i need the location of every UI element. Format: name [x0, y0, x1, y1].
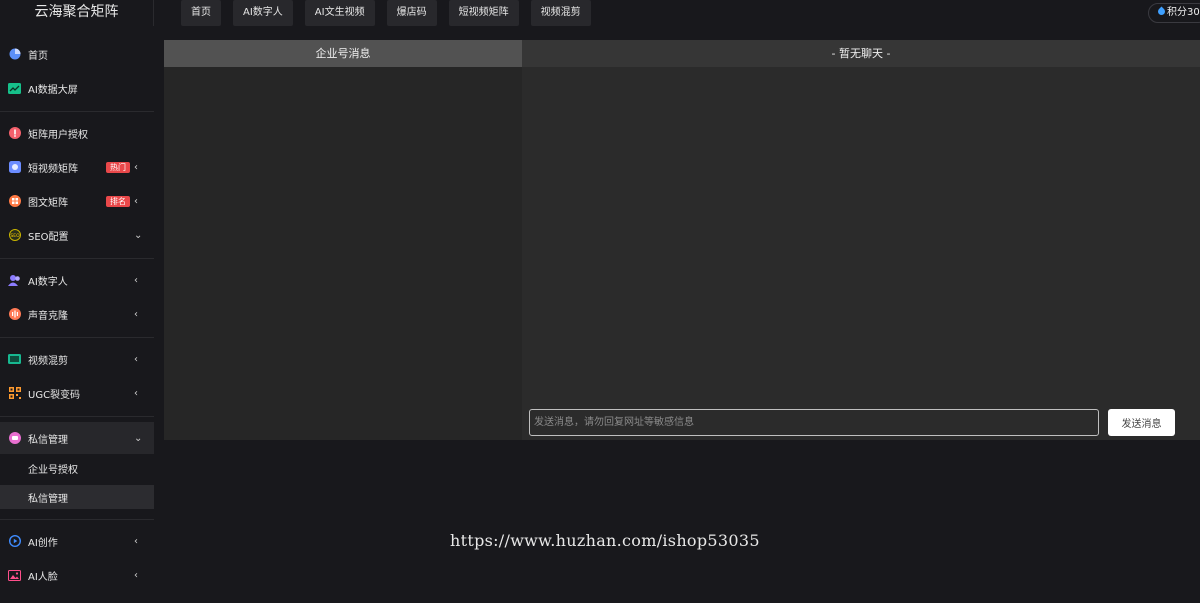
chevron-left-icon: ‹: [134, 161, 138, 173]
film-icon: [8, 353, 21, 366]
sidebar-sub-label: 私信管理: [28, 493, 68, 505]
app-title: 云海聚合矩阵: [0, 0, 154, 26]
user-auth-icon: [8, 127, 21, 140]
sidebar: 首页 AI数据大屏 矩阵用户授权 短视频矩阵 热门 ‹ 图文矩阵 排名 ‹ SE…: [0, 26, 154, 603]
topnav-video-mix[interactable]: 视频混剪: [530, 0, 591, 26]
top-bar: 云海聚合矩阵 首页 AI数字人 AI文生视频 爆店码 短视频矩阵 视频混剪 积分…: [0, 0, 1200, 26]
sidebar-item-label: UGC裂变码: [28, 389, 81, 401]
sidebar-item-label: 私信管理: [28, 434, 68, 446]
face-image-icon: [8, 569, 21, 582]
voice-icon: [8, 308, 21, 321]
video-camera-icon: [8, 161, 21, 174]
play-circle-icon: [8, 535, 21, 548]
chat-title: - 暂无聊天 -: [522, 40, 1200, 67]
sidebar-item-label: 声音克隆: [28, 310, 68, 322]
points-drop-icon: [1156, 6, 1167, 17]
sidebar-item-image-text-matrix[interactable]: 图文矩阵 排名 ‹: [0, 185, 154, 217]
topnav-home[interactable]: 首页: [181, 0, 221, 26]
points-badge[interactable]: 积分30: [1148, 3, 1200, 23]
chevron-down-icon: ⌄: [134, 432, 143, 444]
rank-badge: 排名: [106, 195, 130, 207]
sidebar-item-label: AI数字人: [28, 276, 68, 288]
sidebar-divider: [0, 111, 154, 112]
sidebar-item-label: AI创作: [28, 537, 58, 549]
pie-chart-icon: [8, 48, 21, 61]
message-icon: [8, 432, 21, 445]
sidebar-item-label: AI人脸: [28, 571, 58, 583]
sidebar-item-label: 首页: [28, 50, 48, 62]
watermark-url: https://www.huzhan.com/ishop53035: [450, 531, 760, 550]
sidebar-item-ai-face[interactable]: AI人脸 ‹: [0, 559, 154, 591]
sidebar-item-label: 图文矩阵: [28, 197, 68, 209]
topnav-shop-code[interactable]: 爆店码: [386, 0, 437, 26]
topnav-short-video-matrix[interactable]: 短视频矩阵: [448, 0, 519, 26]
top-nav: 首页 AI数字人 AI文生视频 爆店码 短视频矩阵 视频混剪: [181, 0, 591, 26]
sidebar-divider: [0, 519, 154, 520]
sidebar-sub-private-messages[interactable]: 私信管理: [0, 485, 154, 509]
topnav-ai-digital-human[interactable]: AI数字人: [233, 0, 293, 26]
chevron-left-icon: ‹: [134, 535, 138, 547]
sidebar-divider: [0, 258, 154, 259]
send-message-button[interactable]: 发送消息: [1108, 409, 1175, 436]
chevron-left-icon: ‹: [134, 195, 138, 207]
sidebar-item-home[interactable]: 首页: [0, 38, 154, 70]
chevron-left-icon: ‹: [134, 274, 138, 286]
chat-panel: - 暂无聊天 - 发送消息: [522, 40, 1200, 440]
sidebar-divider: [0, 337, 154, 338]
sidebar-item-voice-clone[interactable]: 声音克隆 ‹: [0, 298, 154, 330]
sidebar-item-label: 矩阵用户授权: [28, 129, 88, 141]
sidebar-item-ai-digital-human[interactable]: AI数字人 ‹: [0, 264, 154, 296]
sidebar-item-private-messages[interactable]: 私信管理 ⌄: [0, 422, 154, 454]
message-input[interactable]: [529, 409, 1099, 436]
sidebar-item-label: 短视频矩阵: [28, 163, 78, 175]
chevron-left-icon: ‹: [134, 308, 138, 320]
sidebar-item-ai-dashboard[interactable]: AI数据大屏: [0, 72, 154, 104]
svg-text:SEO: SEO: [10, 233, 20, 239]
sidebar-item-matrix-user-auth[interactable]: 矩阵用户授权: [0, 117, 154, 149]
grid-icon: [8, 195, 21, 208]
sidebar-divider: [0, 416, 154, 417]
sidebar-item-short-video-matrix[interactable]: 短视频矩阵 热门 ‹: [0, 151, 154, 183]
sidebar-sub-enterprise-auth[interactable]: 企业号授权: [0, 456, 154, 480]
sidebar-item-seo-config[interactable]: SEO SEO配置 ⌄: [0, 219, 154, 251]
sidebar-item-ai-creation[interactable]: AI创作 ‹: [0, 525, 154, 557]
chevron-left-icon: ‹: [134, 353, 138, 365]
qrcode-icon: [8, 387, 21, 400]
enterprise-message-title: 企业号消息: [164, 40, 522, 67]
sidebar-item-label: 视频混剪: [28, 355, 68, 367]
hot-badge: 热门: [106, 161, 130, 173]
trend-chart-icon: [8, 82, 21, 95]
sidebar-item-label: AI数据大屏: [28, 84, 78, 96]
users-icon: [8, 274, 21, 287]
chevron-down-icon: ⌄: [134, 229, 143, 241]
sidebar-item-label: SEO配置: [28, 231, 69, 243]
seo-icon: SEO: [8, 229, 21, 242]
sidebar-sub-label: 企业号授权: [28, 464, 78, 476]
points-label: 积分30: [1167, 7, 1200, 18]
chevron-left-icon: ‹: [134, 569, 138, 581]
chevron-left-icon: ‹: [134, 387, 138, 399]
sidebar-item-ugc-code[interactable]: UGC裂变码 ‹: [0, 377, 154, 409]
enterprise-message-panel: 企业号消息: [164, 40, 522, 440]
topnav-ai-text-to-video[interactable]: AI文生视频: [304, 0, 375, 26]
sidebar-item-video-mix[interactable]: 视频混剪 ‹: [0, 343, 154, 375]
